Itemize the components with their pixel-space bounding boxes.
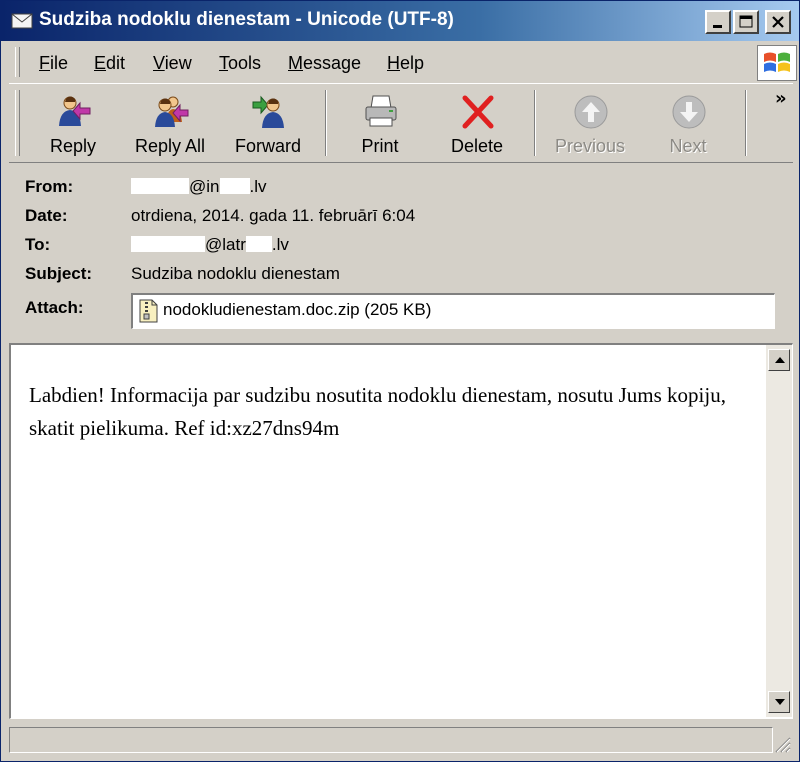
previous-label: Previous	[554, 136, 626, 156]
forward-icon	[252, 95, 284, 128]
attachment-field[interactable]: nodokludienestam.doc.zip (205 KB)	[131, 293, 775, 329]
reply-icon	[59, 96, 91, 126]
message-body-pane[interactable]: Labdien! Informacija par sudzibu nosutit…	[9, 343, 793, 719]
toolbar-separator	[325, 90, 327, 156]
menu-grip[interactable]	[15, 47, 20, 77]
printer-icon	[365, 95, 397, 127]
forward-button[interactable]: Forward	[224, 90, 312, 158]
scroll-up-button[interactable]	[768, 349, 790, 371]
attachment-filename[interactable]: nodokludienestam.doc.zip (205 KB)	[163, 300, 431, 320]
window-title: Sudziba nodoklu dienestam - Unicode (UTF…	[39, 9, 454, 30]
maximize-icon	[739, 15, 753, 28]
menu-bar: File Edit View Tools Message Help	[9, 43, 797, 81]
title-bar[interactable]: Sudziba nodoklu dienestam - Unicode (UTF…	[1, 1, 799, 41]
status-bar	[9, 725, 793, 755]
windows-logo	[757, 45, 797, 81]
zip-file-icon	[139, 299, 158, 323]
status-panel	[9, 727, 773, 753]
reply-button[interactable]: Reply	[29, 90, 117, 158]
reply-all-button[interactable]: Reply All	[126, 90, 214, 158]
menu-edit[interactable]: Edit	[94, 53, 125, 74]
toolbar-overflow-chevron[interactable]: »	[775, 88, 787, 109]
toolbar-grip[interactable]	[15, 90, 20, 156]
menu-file[interactable]: File	[39, 53, 68, 74]
next-button[interactable]: Next	[644, 90, 732, 158]
scroll-up-arrow-icon	[775, 357, 785, 363]
windows-flag-icon	[764, 52, 790, 72]
toolbar-separator	[534, 90, 536, 156]
vertical-scrollbar[interactable]	[766, 345, 792, 717]
arrow-up-icon	[574, 95, 608, 129]
next-label: Next	[669, 136, 707, 156]
message-body-text: Labdien! Informacija par sudzibu nosutit…	[29, 383, 726, 440]
envelope-icon	[11, 13, 33, 29]
subject-value: Sudziba nodoklu dienestam	[131, 264, 340, 283]
redaction	[245, 236, 272, 252]
subject-label: Subject:	[25, 264, 93, 283]
from-value[interactable]: @in .lv	[131, 177, 267, 197]
menu-view[interactable]: View	[153, 53, 192, 74]
menu-help[interactable]: Help	[387, 53, 424, 74]
reply-all-label: Reply All	[134, 136, 206, 156]
resize-grip-icon[interactable]	[773, 735, 791, 753]
scroll-down-arrow-icon	[775, 699, 785, 705]
to-label: To:	[25, 235, 51, 254]
menu-message[interactable]: Message	[288, 53, 361, 74]
delete-x-icon	[462, 95, 494, 129]
to-value[interactable]: @latr .lv	[131, 235, 289, 255]
reply-all-icon	[155, 96, 189, 127]
message-header: From: @in .lv Date: otrdiena, 2014. gada …	[9, 167, 793, 339]
print-button[interactable]: Print	[336, 90, 424, 158]
message-window: Sudziba nodoklu dienestam - Unicode (UTF…	[0, 0, 800, 762]
previous-button[interactable]: Previous	[546, 90, 634, 158]
delete-label: Delete	[450, 136, 504, 156]
date-value: otrdiena, 2014. gada 11. februārī 6:04	[131, 206, 416, 225]
toolbar: Reply Reply All Forward Print Delete Pre…	[9, 83, 793, 163]
delete-button[interactable]: Delete	[433, 90, 521, 158]
from-label: From:	[25, 177, 74, 196]
date-label: Date:	[25, 206, 68, 225]
redaction	[131, 178, 189, 194]
toolbar-separator	[745, 90, 747, 156]
maximize-button[interactable]	[733, 10, 759, 34]
menu-tools[interactable]: Tools	[219, 53, 261, 74]
minimize-button[interactable]	[705, 10, 731, 34]
attach-label: Attach:	[25, 298, 84, 317]
scroll-down-button[interactable]	[768, 691, 790, 713]
close-button[interactable]	[765, 10, 791, 34]
redaction	[219, 178, 250, 194]
arrow-down-icon	[672, 95, 706, 129]
close-icon	[772, 16, 784, 28]
forward-label: Forward	[234, 136, 301, 156]
redaction	[131, 236, 205, 252]
print-label: Print	[361, 136, 399, 156]
minimize-icon	[713, 25, 722, 28]
reply-label: Reply	[49, 136, 97, 156]
